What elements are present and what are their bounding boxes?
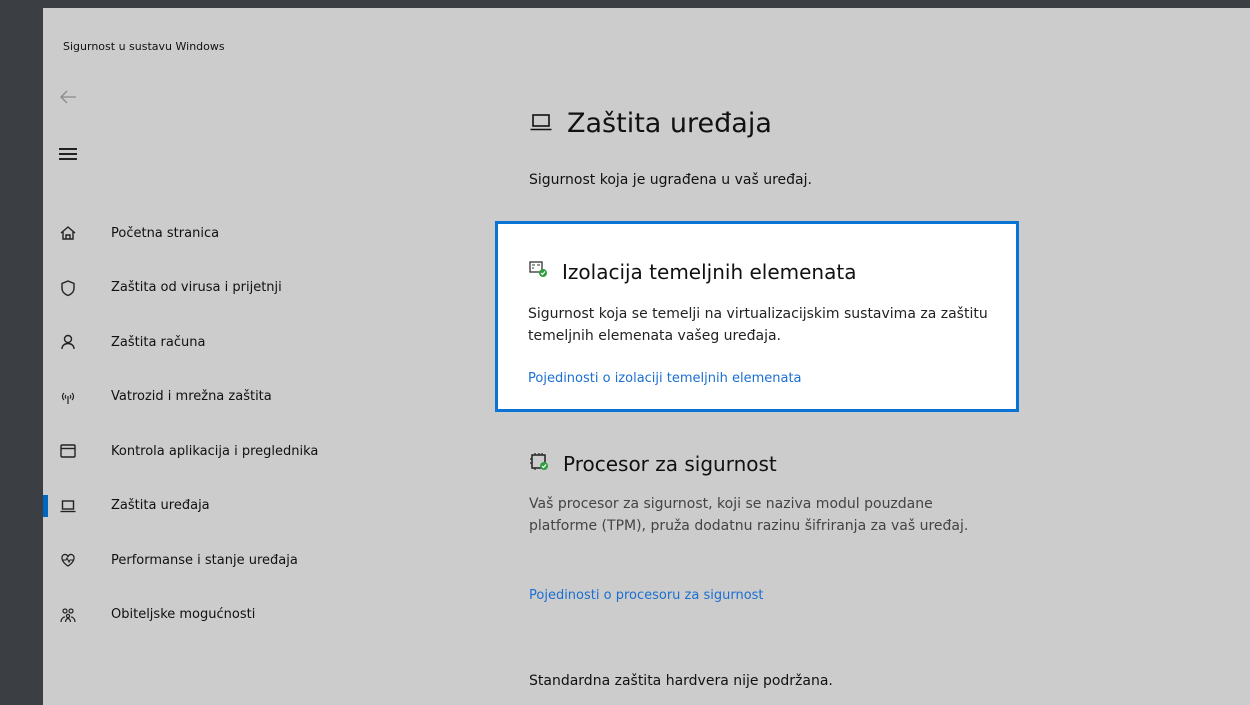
person-icon (59, 333, 77, 351)
shield-icon (59, 279, 77, 297)
page-title: Zaštita uređaja (529, 108, 772, 139)
sidebar-item-label: Performanse i stanje uređaja (111, 552, 298, 568)
sidebar-item-label: Vatrozid i mrežna zaštita (111, 389, 272, 405)
sidebar-item-family-options[interactable]: Obiteljske mogućnosti (43, 588, 483, 643)
window-title: Sigurnost u sustavu Windows (63, 40, 225, 53)
sidebar-item-app-browser-control[interactable]: Kontrola aplikacija i preglednika (43, 424, 483, 479)
core-isolation-status-icon (528, 260, 550, 284)
page-subtitle: Sigurnost koja je ugrađena u vaš uređaj. (529, 172, 812, 188)
app-window: Sigurnost u sustavu Windows Početna stra… (43, 8, 1250, 705)
page-title-text: Zaštita uređaja (567, 108, 772, 139)
core-isolation-description: Sigurnost koja se temelji na virtualizac… (528, 306, 988, 344)
security-processor-heading: Procesor za sigurnost (529, 452, 777, 476)
security-processor-description: Vaš procesor za sigurnost, koji se naziv… (529, 496, 969, 534)
sidebar-item-home[interactable]: Početna stranica (43, 206, 483, 261)
core-isolation-details-link[interactable]: Pojedinosti o izolaciji temeljnih elemen… (528, 371, 802, 386)
browser-window-icon (59, 442, 77, 460)
sidebar-item-device-performance[interactable]: Performanse i stanje uređaja (43, 533, 483, 588)
sidebar-item-label: Kontrola aplikacija i preglednika (111, 443, 319, 459)
standard-hardware-protection-status: Standardna zaštita hardvera nije podržan… (529, 673, 833, 689)
sidebar-item-virus-protection[interactable]: Zaštita od virusa i prijetnji (43, 261, 483, 316)
sidebar-item-account-protection[interactable]: Zaštita računa (43, 315, 483, 370)
desktop-frame-top (0, 0, 1250, 8)
sidebar-item-label: Zaštita od virusa i prijetnji (111, 280, 282, 296)
sidebar-nav: Početna stranica Zaštita od virusa i pri… (43, 206, 483, 642)
home-icon (59, 224, 77, 242)
back-arrow-icon[interactable] (57, 86, 81, 110)
family-icon (59, 606, 77, 624)
sidebar-item-label: Obiteljske mogućnosti (111, 607, 256, 623)
laptop-icon (59, 497, 77, 515)
hamburger-menu-icon[interactable] (59, 148, 77, 166)
security-processor-details-link[interactable]: Pojedinosti o procesoru za sigurnost (529, 588, 764, 603)
sidebar-item-label: Zaštita računa (111, 334, 206, 350)
core-isolation-heading: Izolacija temeljnih elemenata (528, 260, 856, 284)
core-isolation-title: Izolacija temeljnih elemenata (562, 260, 857, 284)
security-processor-title: Procesor za sigurnost (563, 452, 777, 476)
active-indicator (43, 494, 48, 517)
core-isolation-card: Izolacija temeljnih elemenata Sigurnost … (495, 221, 1019, 412)
security-processor-status-icon (529, 452, 551, 476)
sidebar-item-label: Početna stranica (111, 225, 220, 241)
desktop-frame-left (0, 0, 43, 705)
heart-pulse-icon (59, 551, 77, 569)
wifi-signal-icon (59, 388, 77, 406)
sidebar-item-device-security[interactable]: Zaštita uređaja (43, 479, 483, 534)
sidebar-item-firewall[interactable]: Vatrozid i mrežna zaštita (43, 370, 483, 425)
laptop-icon (529, 110, 553, 138)
sidebar-item-label: Zaštita uređaja (111, 498, 210, 514)
